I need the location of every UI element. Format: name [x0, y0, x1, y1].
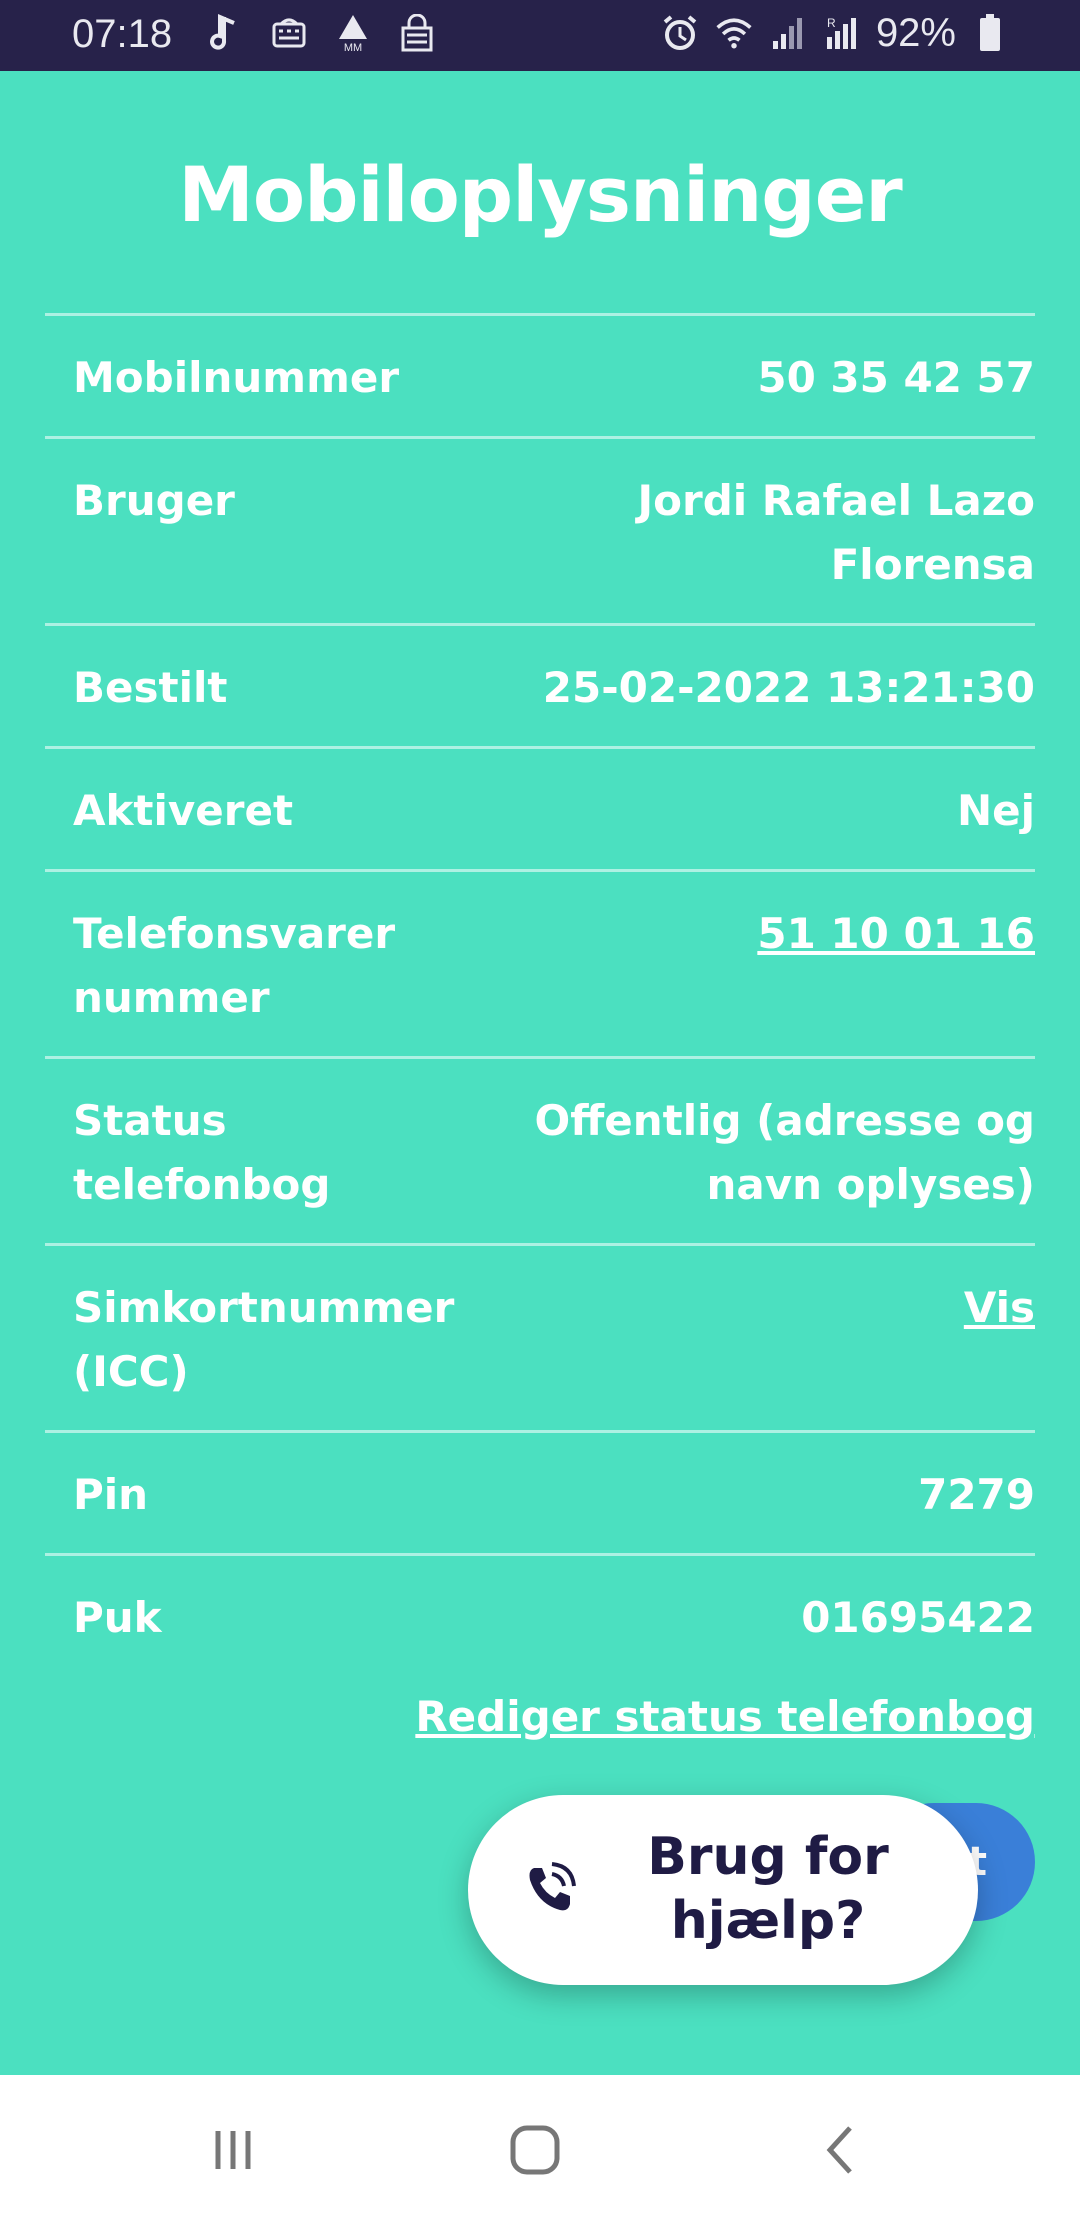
mm-warning-icon: MM: [333, 10, 373, 56]
row-label: Bruger: [73, 476, 235, 525]
row-value: 50 35 42 57: [757, 353, 1035, 402]
back-icon[interactable]: [805, 2115, 875, 2185]
row-label: Mobilnummer: [73, 353, 400, 402]
edit-phonebook-status-link[interactable]: Rediger status telefonbog: [415, 1692, 1035, 1741]
row-value: 01695422: [801, 1593, 1035, 1642]
row-label: Puk: [73, 1593, 162, 1642]
keyboard-icon: [269, 10, 309, 56]
row-value: Jordi Rafael Lazo Florensa: [637, 476, 1035, 589]
row-simkortnummer: Simkortnummer (ICC) Vis: [45, 1243, 1035, 1430]
row-label: Aktiveret: [73, 786, 294, 835]
row-aktiveret: Aktiveret Nej: [45, 746, 1035, 869]
row-value: 25-02-2022 13:21:30: [542, 663, 1035, 712]
row-status-telefonbog: Status telefonbog Offentlig (adresse og …: [45, 1056, 1035, 1243]
show-icc-link[interactable]: Vis: [964, 1276, 1035, 1340]
row-value: Offentlig (adresse og navn oplyses): [534, 1096, 1036, 1209]
row-telefonsvarer: Telefonsvarer nummer 51 10 01 16: [45, 869, 1035, 1056]
row-mobilnummer: Mobilnummer 50 35 42 57: [45, 313, 1035, 436]
row-value: Nej: [956, 786, 1035, 835]
status-left-icons: MM: [205, 10, 437, 56]
svg-text:MM: MM: [344, 42, 362, 53]
row-value: 7279: [918, 1470, 1035, 1519]
navigation-bar: [0, 2075, 1080, 2220]
battery-icon: [970, 10, 1010, 56]
roaming-signal-icon: R: [822, 10, 862, 56]
voicemail-number-link[interactable]: 51 10 01 16: [757, 902, 1035, 966]
help-button[interactable]: Brug for hjælp?: [468, 1795, 978, 1985]
row-pin: Pin 7279: [45, 1430, 1035, 1553]
row-label: Simkortnummer (ICC): [73, 1283, 455, 1396]
home-icon[interactable]: [500, 2115, 570, 2185]
row-label: Pin: [73, 1470, 149, 1519]
help-label: Brug for hjælp?: [647, 1827, 889, 1951]
row-label: Status telefonbog: [73, 1096, 331, 1209]
music-note-icon: [205, 10, 245, 56]
row-puk: Puk 01695422: [45, 1553, 1035, 1676]
signal-icon: [768, 10, 808, 56]
row-bestilt: Bestilt 25-02-2022 13:21:30: [45, 623, 1035, 746]
info-list: Mobilnummer 50 35 42 57 Bruger Jordi Raf…: [45, 313, 1035, 1676]
status-time: 07:18: [72, 12, 173, 56]
recents-icon[interactable]: [198, 2115, 268, 2185]
lock-icon: [397, 10, 437, 56]
svg-text:R: R: [827, 16, 836, 30]
phone-call-icon: [520, 1860, 578, 1918]
status-bar: 07:18 MM R 92%: [0, 0, 1080, 71]
row-label: Bestilt: [73, 663, 228, 712]
page-title: Mobiloplysninger: [178, 150, 902, 239]
battery-percentage: 92%: [875, 10, 956, 55]
row-bruger: Bruger Jordi Rafael Lazo Florensa: [45, 436, 1035, 623]
wifi-icon: [714, 10, 754, 56]
row-label: Telefonsvarer nummer: [73, 909, 396, 1022]
alarm-icon: [660, 10, 700, 56]
status-right-icons: R 92%: [660, 10, 1010, 56]
